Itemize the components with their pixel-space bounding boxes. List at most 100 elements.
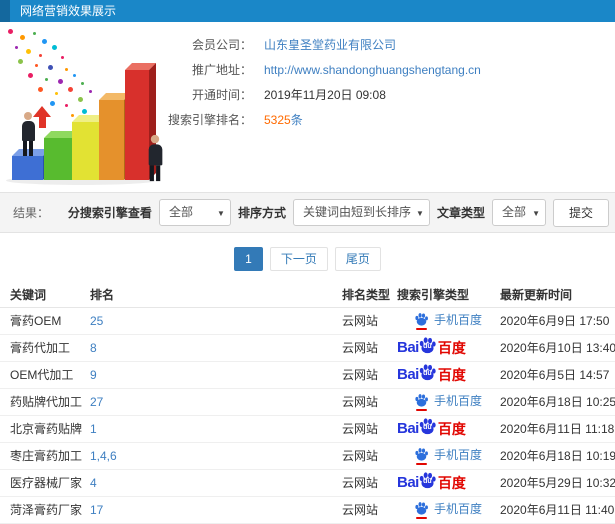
engine-mobile-baidu[interactable]: 手机百度 [414,446,483,465]
caret-down-icon: ▼ [416,209,424,218]
baidu-paw-icon [414,312,429,330]
rank-link[interactable]: 9 [90,368,97,382]
engine-baidu-logo: Bai du 百度 [397,471,466,493]
engine-mobile-baidu[interactable]: 手机百度 [414,392,483,411]
baidu-logo-cn: 百度 [437,474,466,491]
table-row: 枣庄膏药加工 1,4,6 云网站 手机百度 Bai du 百度 2020年6月1… [0,442,615,470]
engine-mobile-baidu[interactable]: 手机百度 [414,311,482,330]
updated-cell: 2020年5月29日 10:32 [500,469,615,497]
baidu-paw-icon: du [418,336,437,355]
table-row: 菏泽膏药厂家 17 云网站 手机百度 Bai du 百度 2020年6月11日 … [0,496,615,524]
company-label: 会员公司： [191,38,252,52]
engine-filter-value: 全部 [168,205,193,219]
baidu-logo-du: du [423,370,432,377]
info-row-company: 会员公司： 山东皇圣堂药业有限公司 [168,32,615,57]
mobile-baidu-text: 手机百度 [434,448,483,462]
table-header-row: 关键词 排名 排名类型 搜索引擎类型 最新更新时间 [0,283,615,308]
rank-link[interactable]: 17 [90,503,103,517]
table-body: 膏药OEM 25 云网站 手机百度 Bai du 百度 2020年6月9日 17… [0,307,615,524]
keyword-cell: 膏药代加工 [0,334,90,362]
next-page-button[interactable]: 下一页 [269,247,328,271]
businessman-figure-right [146,134,165,182]
baidu-paw-icon: du [418,363,437,382]
filter-controls: 分搜索引擎查看 全部 ▼ 排序方式 关键词由短到长排序 ▼ 文章类型 全部 ▼ … [67,198,609,227]
open-time-label: 开通时间： [191,88,252,102]
keyword-cell: 北京膏药贴牌 [0,415,90,443]
col-header-rank-type: 排名类型 [342,283,397,308]
rank-count-label: 搜索引擎排名： [168,113,253,127]
caret-down-icon: ▼ [217,209,225,218]
last-page-button[interactable]: 尾页 [334,247,381,271]
rank-type-cell: 云网站 [342,469,397,497]
page-title: 网络营销效果展示 [20,4,117,18]
table-row: 药贴牌代加工 27 云网站 手机百度 Bai du 百度 2020年6月18日 … [0,388,615,416]
rank-count-unit-link[interactable]: 条 [291,111,303,128]
bar-chart-illustration [0,25,168,187]
company-link[interactable]: 山东皇圣堂药业有限公司 [264,36,396,53]
rank-type-cell: 云网站 [342,388,397,416]
engine-baidu-logo: Bai du 百度 [397,418,466,439]
baidu-logo-bai: Bai [397,339,419,356]
mobile-baidu-text: 手机百度 [434,394,483,408]
page-header: 网络营销效果展示 [0,0,615,22]
engine-baidu-logo: Bai du 百度 [397,363,466,385]
table-row: 膏药OEM 25 云网站 手机百度 Bai du 百度 2020年6月9日 17… [0,307,615,335]
rank-type-cell: 云网站 [342,307,397,335]
confetti-dots [8,29,13,34]
rank-link[interactable]: 1 [90,422,97,436]
updated-cell: 2020年6月10日 13:40 [500,334,615,362]
page-button-current[interactable]: 1 [234,247,263,271]
table-row: 医疗器械厂家 4 云网站 手机百度 Bai du 百度 2020年5月29日 1… [0,469,615,497]
updated-cell: 2020年6月18日 10:25 [500,388,615,416]
engine-filter-label: 分搜索引擎查看 [67,206,152,220]
baidu-paw-icon: du [418,471,437,490]
table-row: OEM代加工 9 云网站 手机百度 Bai du 百度 2020年6月5日 14… [0,361,615,389]
table-row: 膏药代加工 8 云网站 手机百度 Bai du 百度 2020年6月10日 13… [0,334,615,362]
promo-url-label: 推广地址： [191,63,252,77]
baidu-logo-du: du [423,424,432,431]
filter-bar: 结果： 分搜索引擎查看 全部 ▼ 排序方式 关键词由短到长排序 ▼ 文章类型 全… [0,192,615,233]
baidu-logo-bai: Bai [397,474,419,491]
updated-cell: 2020年6月11日 11:40 [500,496,615,524]
engine-mobile-baidu[interactable]: 手机百度 [414,500,483,519]
rank-link[interactable]: 8 [90,341,97,355]
rank-link[interactable]: 27 [90,395,103,409]
table-row: 北京膏药贴牌 1 云网站 手机百度 Bai du 百度 2020年6月11日 1… [0,415,615,443]
open-time-value: 2019年11月20日 09:08 [264,88,386,102]
rank-link[interactable]: 4 [90,476,97,490]
sort-filter-select[interactable]: 关键词由短到长排序 ▼ [292,199,430,226]
baidu-paw-icon [414,393,429,411]
illustration-bar-yellow [72,122,99,180]
article-type-label: 文章类型 [436,206,485,220]
col-header-keyword: 关键词 [0,283,90,308]
baidu-logo-bai: Bai [397,420,419,437]
header-accent-strip [0,0,10,22]
baidu-paw-icon [414,501,429,519]
engine-filter-select[interactable]: 全部 ▼ [158,199,231,226]
rank-type-cell: 云网站 [342,442,397,470]
baidu-logo-bai: Bai [397,366,419,383]
mobile-baidu-text: 手机百度 [434,502,483,516]
keyword-cell: 菏泽膏药厂家 [0,496,90,524]
info-row-url: 推广地址： http://www.shandonghuangshengtang.… [168,57,615,82]
keyword-cell: 枣庄膏药加工 [0,442,90,470]
submit-button[interactable]: 提交 [552,198,609,227]
member-info-fields: 会员公司： 山东皇圣堂药业有限公司 推广地址： http://www.shand… [168,22,615,190]
keyword-cell: OEM代加工 [0,361,90,389]
article-type-select[interactable]: 全部 ▼ [491,199,546,226]
col-header-rank: 排名 [90,283,342,308]
businessman-figure-left [19,112,37,156]
red-underline-bar [416,517,427,519]
updated-cell: 2020年6月11日 11:18 [500,415,615,443]
illustration-bar-blue [12,156,43,180]
rank-link[interactable]: 25 [90,314,103,328]
caret-down-icon: ▼ [532,209,540,218]
baidu-logo-cn: 百度 [437,339,466,356]
rank-link[interactable]: 1,4,6 [90,449,117,463]
promo-url-link[interactable]: http://www.shandonghuangshengtang.cn [264,63,481,77]
results-table: 关键词 排名 排名类型 搜索引擎类型 最新更新时间 膏药OEM 25 云网站 手… [0,283,615,524]
result-label: 结果： [13,206,50,220]
red-underline-bar [416,463,427,465]
red-underline-bar [416,409,427,411]
baidu-logo-cn: 百度 [437,420,466,437]
